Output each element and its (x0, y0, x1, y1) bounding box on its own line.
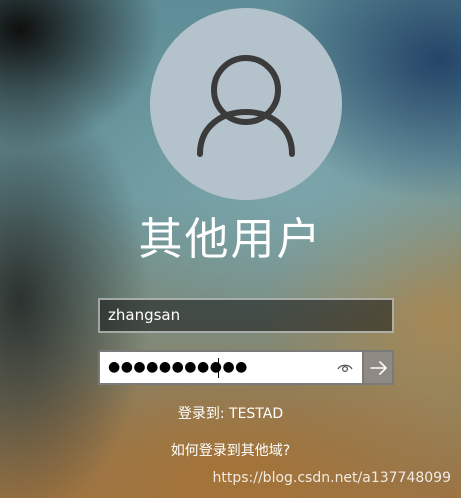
password-field[interactable]: ●●●●●●●●●●● (98, 350, 394, 385)
user-icon (197, 55, 295, 157)
user-name-title: 其他用户 (138, 214, 323, 265)
sign-in-to-domain: 登录到: TESTAD (177, 406, 284, 422)
text-caret (218, 358, 219, 378)
arrow-right-icon (370, 361, 387, 375)
watermark: https://blog.csdn.net/a137748099 (212, 470, 452, 486)
sign-in-other-domain-link[interactable]: 如何登录到其他域? (0, 440, 461, 460)
submit-button[interactable] (362, 350, 394, 385)
username-field[interactable]: zhangsan (98, 298, 394, 333)
avatar (150, 8, 342, 200)
eye-icon[interactable] (334, 357, 356, 379)
password-masked-value: ●●●●●●●●●●● (108, 359, 248, 375)
